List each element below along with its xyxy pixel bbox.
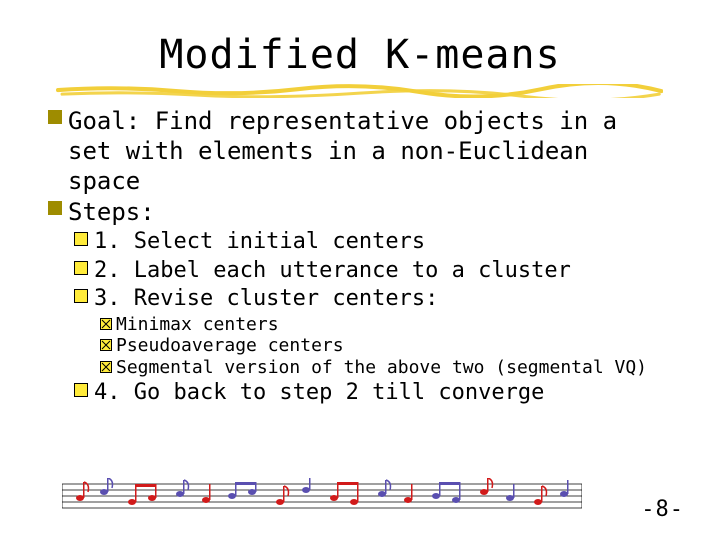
bullet-list-lvl2: 1. Select initial centers 2. Label each … <box>74 228 672 313</box>
list-item: Goal: Find representative objects in a s… <box>48 106 672 196</box>
list-item-text: 4. Go back to step 2 till converge <box>94 379 544 407</box>
bullet-list-lvl1: Goal: Find representative objects in a s… <box>48 106 672 227</box>
list-item-text: 1. Select initial centers <box>94 228 425 256</box>
checkbox-bullet-icon <box>74 261 88 275</box>
xbox-bullet-icon <box>100 318 112 330</box>
list-item: 3. Revise cluster centers: <box>74 285 672 313</box>
list-item: 4. Go back to step 2 till converge <box>74 379 672 407</box>
xbox-bullet-icon <box>100 361 112 373</box>
bullet-list-lvl3: Minimax centers Pseudoaverage centers Se… <box>100 314 672 379</box>
music-staff-decoration <box>62 478 582 512</box>
list-item: Steps: <box>48 197 672 227</box>
square-bullet-icon <box>48 201 62 215</box>
list-item-text: Steps: <box>68 197 672 227</box>
list-item: 2. Label each utterance to a cluster <box>74 257 672 285</box>
list-item-text: 3. Revise cluster centers: <box>94 285 438 313</box>
square-bullet-icon <box>48 110 62 124</box>
list-item-text: 2. Label each utterance to a cluster <box>94 257 571 285</box>
slide-title: Modified K-means <box>48 32 672 78</box>
checkbox-bullet-icon <box>74 383 88 397</box>
list-item: Segmental version of the above two (segm… <box>100 357 672 379</box>
list-item-text: Pseudoaverage centers <box>116 335 344 357</box>
list-item-text: Minimax centers <box>116 314 279 336</box>
checkbox-bullet-icon <box>74 232 88 246</box>
list-item-text: Segmental version of the above two (segm… <box>116 357 647 379</box>
list-item: 1. Select initial centers <box>74 228 672 256</box>
bullet-list-lvl2-final: 4. Go back to step 2 till converge <box>74 379 672 407</box>
title-underline <box>56 84 664 94</box>
list-item: Minimax centers <box>100 314 672 336</box>
xbox-bullet-icon <box>100 339 112 351</box>
list-item: Pseudoaverage centers <box>100 335 672 357</box>
list-item-text: Goal: Find representative objects in a s… <box>68 106 672 196</box>
checkbox-bullet-icon <box>74 289 88 303</box>
page-number: -8- <box>641 497 684 522</box>
